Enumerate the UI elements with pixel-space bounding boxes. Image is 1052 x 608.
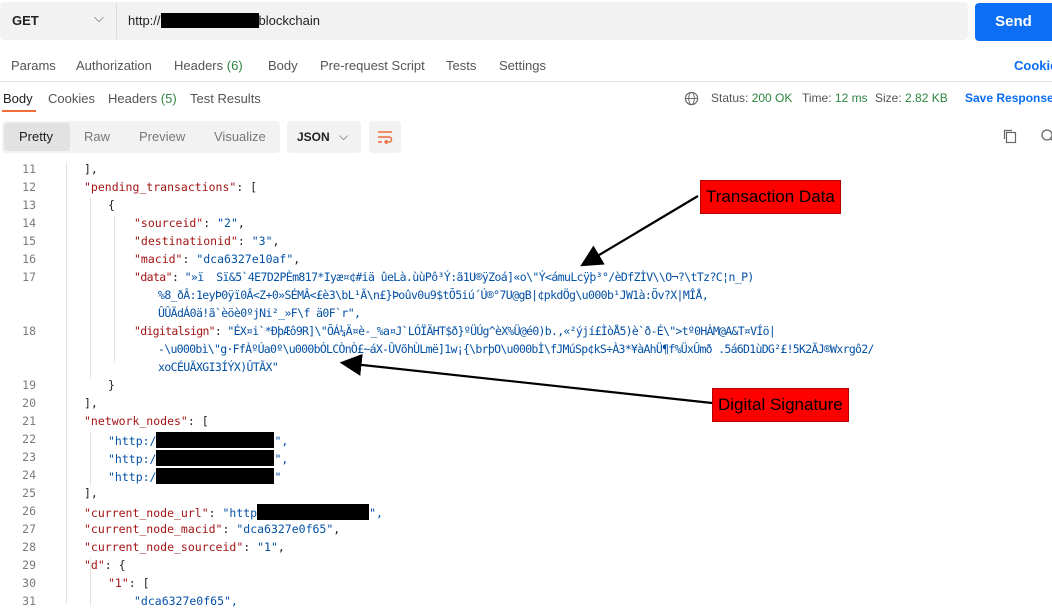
transaction-data-arrow xyxy=(584,196,698,264)
digital-signature-callout: Digital Signature xyxy=(712,388,849,422)
digital-signature-arrow xyxy=(344,363,712,403)
annotation-arrows xyxy=(0,0,1052,606)
transaction-data-callout: Transaction Data xyxy=(700,180,841,214)
